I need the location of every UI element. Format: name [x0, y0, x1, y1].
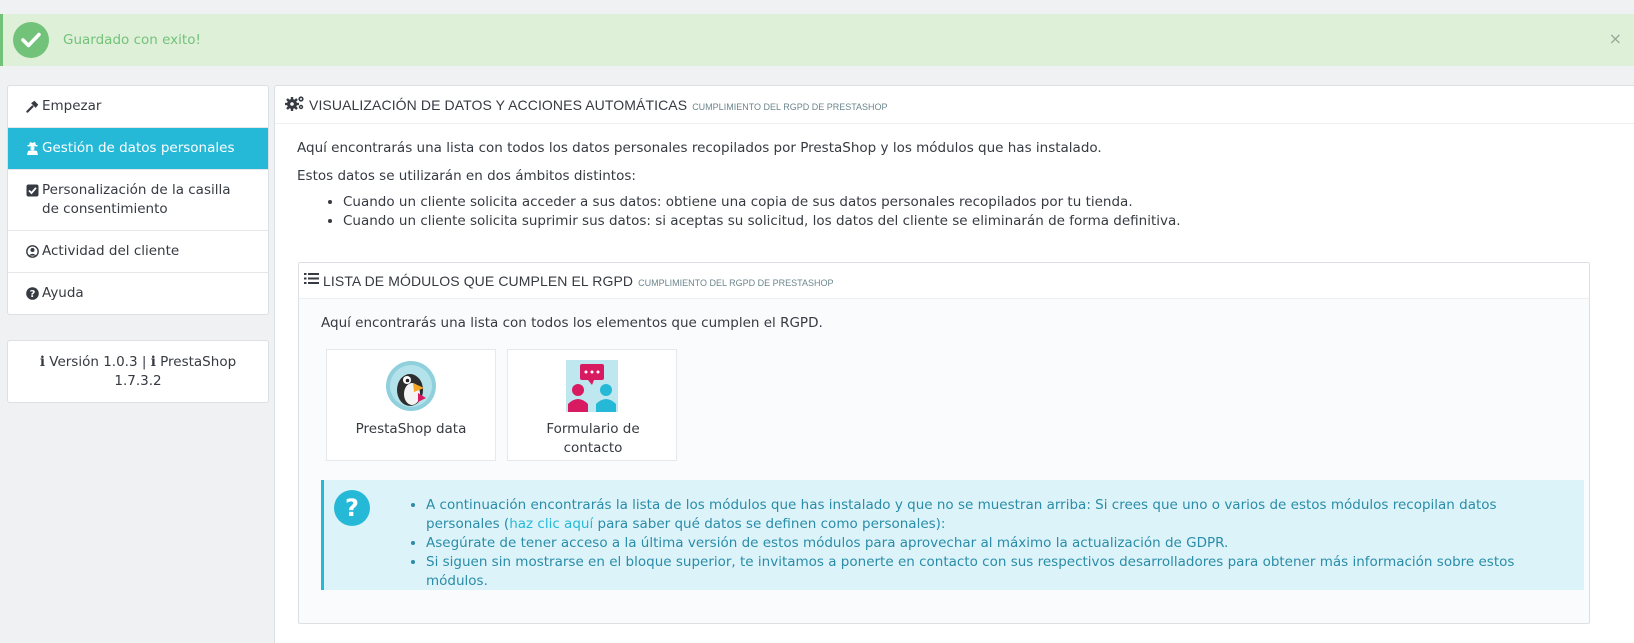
list-item: Asegúrate de tener acceso a la última ve… — [426, 534, 1556, 553]
question-icon: ? — [334, 490, 370, 526]
info-icon: i — [150, 354, 156, 370]
list-item: Cuando un cliente solicita acceder a sus… — [343, 193, 1181, 212]
check-circle-icon — [13, 22, 49, 58]
hammer-icon — [25, 99, 39, 113]
version-info: i Versión 1.0.3 | i PrestaShop 1.7.3.2 — [7, 340, 269, 403]
modules-panel: LISTA DE MÓDULOS QUE CUMPLEN EL RGPD CUM… — [298, 262, 1590, 624]
scope-list: Cuando un cliente solicita acceder a sus… — [343, 193, 1181, 231]
alert-message: Guardado con exito! — [63, 32, 201, 48]
modules-heading: LISTA DE MÓDULOS QUE CUMPLEN EL RGPD CUM… — [299, 263, 1589, 299]
click-here-link[interactable]: haz clic aquí — [509, 516, 593, 532]
module-name: Formulario de contacto — [546, 421, 640, 456]
platform-text: PrestaShop — [160, 354, 237, 370]
sidebar-item-actividad[interactable]: Actividad del cliente — [8, 231, 268, 273]
question-circle-icon: ? — [25, 286, 39, 300]
sidebar-item-label: Ayuda — [42, 285, 84, 301]
contact-form-logo-icon — [566, 360, 618, 412]
panel-title: VISUALIZACIÓN DE DATOS Y ACCIONES AUTOMÁ… — [309, 96, 688, 113]
module-name: PrestaShop data — [355, 421, 467, 437]
panel-heading: VISUALIZACIÓN DE DATOS Y ACCIONES AUTOMÁ… — [275, 86, 1634, 124]
info-icon: i — [39, 354, 45, 370]
sidebar-item-personalizacion[interactable]: Personalización de la casilla de consent… — [8, 170, 268, 231]
intro-text: Aquí encontrarás una lista con todos los… — [297, 139, 1181, 231]
sidebar-item-empezar[interactable]: Empezar — [8, 86, 268, 128]
intro-paragraph: Estos datos se utilizarán en dos ámbitos… — [297, 168, 636, 184]
sidebar-item-label: Actividad del cliente — [42, 243, 180, 259]
panel-subtitle: CUMPLIMIENTO DEL RGPD DE PRESTASHOP — [692, 101, 888, 112]
list-item: Si siguen sin mostrarse en el bloque sup… — [426, 553, 1556, 591]
sidebar-item-label: Empezar — [42, 98, 102, 114]
module-card-prestashop-data[interactable]: PrestaShop data — [326, 349, 496, 461]
info-list: A continuación encontrarás la lista de l… — [426, 496, 1556, 591]
version-text: Versión 1.0.3 | — [49, 354, 147, 370]
module-card-formulario-contacto[interactable]: Formulario de contacto — [507, 349, 677, 461]
main-panel: VISUALIZACIÓN DE DATOS Y ACCIONES AUTOMÁ… — [274, 85, 1634, 643]
sidebar-item-label: Gestión de datos personales — [42, 140, 235, 156]
sidebar-item-label: Personalización de la casilla de consent… — [42, 182, 231, 217]
prestashop-logo-icon — [385, 360, 437, 412]
list-item: A continuación encontrarás la lista de l… — [426, 496, 1556, 534]
cogs-icon — [285, 95, 305, 115]
intro-paragraph: Aquí encontrarás una lista con todos los… — [297, 140, 1102, 156]
success-alert: Guardado con exito! × — [0, 14, 1634, 66]
sidebar-item-ayuda[interactable]: ? Ayuda — [8, 273, 268, 314]
modules-subtitle: CUMPLIMIENTO DEL RGPD DE PRESTASHOP — [638, 277, 834, 288]
sidebar-item-gestion-datos[interactable]: Gestión de datos personales — [8, 128, 268, 170]
modules-intro: Aquí encontrarás una lista con todos los… — [321, 315, 823, 331]
info-alert: ? A continuación encontrarás la lista de… — [321, 480, 1584, 590]
checkbox-icon — [25, 183, 39, 197]
modules-title: LISTA DE MÓDULOS QUE CUMPLEN EL RGPD — [323, 272, 634, 289]
close-icon[interactable]: × — [1609, 29, 1622, 48]
user-secret-icon — [25, 141, 39, 155]
list-item: Cuando un cliente solicita suprimir sus … — [343, 212, 1181, 231]
platform-version: 1.7.3.2 — [114, 373, 162, 389]
sidebar-menu: Empezar Gestión de datos personales Pers… — [7, 85, 269, 315]
svg-text:?: ? — [29, 289, 35, 300]
user-circle-icon — [25, 244, 39, 258]
list-icon — [304, 272, 319, 289]
